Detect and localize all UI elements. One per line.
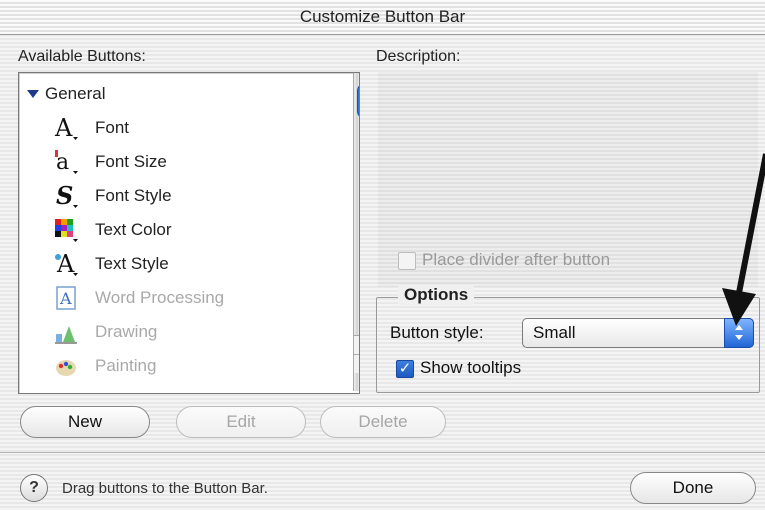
disclosure-triangle-down-icon[interactable] <box>27 90 39 98</box>
font-icon: A <box>54 114 78 142</box>
list-item-word-processing[interactable]: A Word Processing <box>19 281 337 315</box>
painting-icon <box>56 360 76 376</box>
place-divider-label: Place divider after button <box>422 250 611 269</box>
separator <box>0 452 765 453</box>
delete-button[interactable]: Delete <box>320 406 446 438</box>
annotation-arrow-icon <box>722 153 765 326</box>
status-text: Drag buttons to the Button Bar. <box>62 480 268 497</box>
svg-text:A: A <box>59 289 72 308</box>
list-item-font-size[interactable]: a Font Size <box>19 145 337 179</box>
list-item-label: General <box>45 84 106 103</box>
list-item-drawing[interactable]: Drawing <box>19 315 337 349</box>
window-titlebar: Customize Button Bar <box>0 0 765 35</box>
list-item-font[interactable]: A Font <box>19 111 337 145</box>
word-processing-icon: A <box>56 286 76 310</box>
list-item-label: Painting <box>95 356 157 375</box>
list-scrollbar[interactable] <box>353 73 359 391</box>
options-title: Options <box>398 285 475 305</box>
svg-text:A: A <box>54 114 73 142</box>
text-color-icon <box>55 219 78 242</box>
window-title: Customize Button Bar <box>299 7 466 26</box>
done-button[interactable]: Done <box>630 472 756 504</box>
list-item-label: Drawing <box>95 322 158 341</box>
button-style-label: Button style: <box>390 323 484 342</box>
list-item-painting[interactable]: Painting <box>19 349 337 383</box>
available-buttons-label: Available Buttons: <box>18 48 146 65</box>
scroll-up-arrow-icon[interactable] <box>354 335 359 354</box>
list-item-font-style[interactable]: S Font Style <box>19 179 337 213</box>
list-item-label: Word Processing <box>95 288 225 307</box>
list-item-label: Font <box>95 118 130 137</box>
list-item-text-color[interactable]: Text Color <box>19 213 337 247</box>
list-item-label: Font Size <box>95 152 167 171</box>
list-item-label: Text Color <box>95 220 172 239</box>
available-buttons-list[interactable]: General A Font a Font Size S Font Style <box>18 72 360 394</box>
description-label: Description: <box>376 48 461 65</box>
drawing-icon <box>55 326 77 344</box>
font-style-icon: S <box>56 182 78 210</box>
scrollbar-thumb[interactable] <box>357 83 359 119</box>
button-style-value: Small <box>533 323 576 342</box>
place-divider-checkbox[interactable] <box>398 252 416 270</box>
list-item-text-style[interactable]: A Text Style <box>19 247 337 281</box>
scroll-down-arrow-icon[interactable] <box>354 354 359 373</box>
list-item-general[interactable]: General <box>19 77 337 111</box>
help-icon[interactable]: ? <box>20 474 48 502</box>
show-tooltips-label: Show tooltips <box>420 358 522 377</box>
edit-button[interactable]: Edit <box>176 406 306 438</box>
list-item-label: Text Style <box>95 254 169 273</box>
text-style-icon: A <box>55 250 78 278</box>
list-item-label: Font Style <box>95 186 172 205</box>
font-size-icon: a <box>55 150 78 175</box>
svg-text:S: S <box>56 182 73 210</box>
new-button[interactable]: New <box>20 406 150 438</box>
show-tooltips-checkbox[interactable]: ✓ <box>396 360 414 378</box>
